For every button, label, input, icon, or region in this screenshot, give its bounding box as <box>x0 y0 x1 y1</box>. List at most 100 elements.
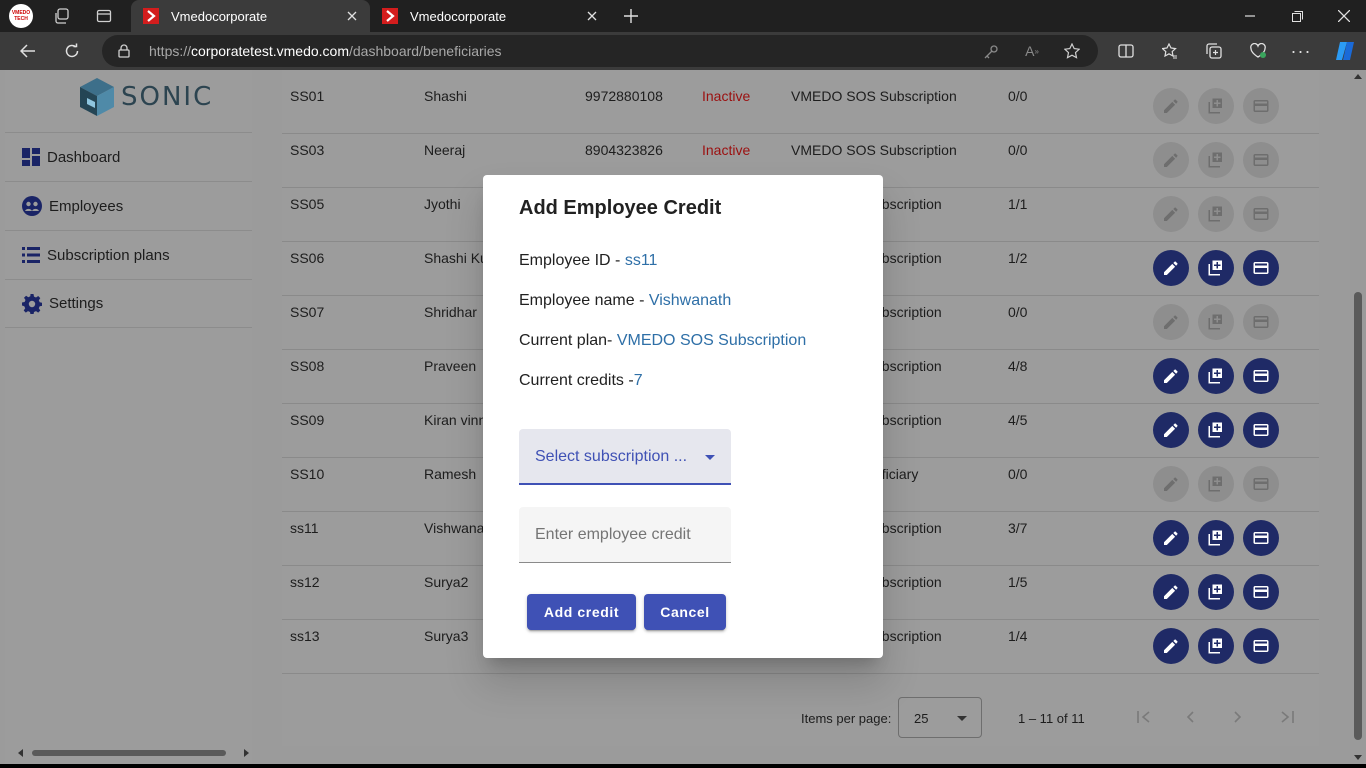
cell-id: SS09 <box>290 412 325 428</box>
add-employee-credit-dialog: Add Employee Credit Employee ID - ss11 E… <box>483 175 883 658</box>
subscription-select[interactable]: Select subscription ... <box>519 429 731 485</box>
horizontal-scrollbar[interactable] <box>10 742 257 764</box>
more-menu-icon[interactable]: ··· <box>1289 39 1313 63</box>
add-credit-row-button[interactable] <box>1198 304 1234 340</box>
sidebar-item-subscription-plans[interactable]: Subscription plans <box>5 230 252 279</box>
address-bar[interactable]: https://corporatetest.vmedo.com/dashboar… <box>102 35 1098 67</box>
first-page-icon[interactable] <box>1132 705 1156 729</box>
favorite-star-icon[interactable] <box>1062 42 1082 60</box>
add-credit-row-button[interactable] <box>1198 142 1234 178</box>
collections-icon[interactable] <box>1202 39 1226 63</box>
employees-icon <box>22 196 42 216</box>
profile-avatar[interactable]: VMEDO TECH <box>9 4 33 28</box>
sidebar-item-employees[interactable]: Employees <box>5 181 252 230</box>
cell-name: Praveen <box>424 358 477 374</box>
tab-title: Vmedocorporate <box>171 8 268 24</box>
edit-button[interactable] <box>1153 304 1189 340</box>
sidebar-item-settings[interactable]: Settings <box>5 279 252 328</box>
edit-button[interactable] <box>1153 520 1189 556</box>
cancel-button[interactable]: Cancel <box>644 594 726 630</box>
close-tab-icon[interactable] <box>580 4 604 28</box>
cell-credits: 1/4 <box>1008 628 1028 644</box>
favorites-icon[interactable] <box>1158 39 1182 63</box>
items-per-page-select[interactable]: 25 <box>898 697 982 738</box>
add-credit-row-button[interactable] <box>1198 574 1234 610</box>
cell-name: Ramesh <box>424 466 477 482</box>
cell-plan: ubscription <box>874 628 942 644</box>
add-credit-row-button[interactable] <box>1198 412 1234 448</box>
subscription-card-button[interactable] <box>1243 466 1279 502</box>
edit-button[interactable] <box>1153 88 1189 124</box>
subscription-card-button[interactable] <box>1243 520 1279 556</box>
edit-button[interactable] <box>1153 142 1189 178</box>
split-screen-icon[interactable] <box>1114 39 1138 63</box>
add-credit-row-button[interactable] <box>1198 628 1234 664</box>
employee-name-value: Vishwanath <box>648 292 732 309</box>
sonic-logo: SONIC <box>77 76 213 118</box>
next-page-icon[interactable] <box>1226 705 1250 729</box>
edit-button[interactable] <box>1153 574 1189 610</box>
previous-page-icon[interactable] <box>1178 705 1202 729</box>
subscription-card-button[interactable] <box>1243 250 1279 286</box>
close-window-icon[interactable] <box>1330 4 1358 28</box>
edit-icon <box>1161 420 1181 440</box>
add-credit-icon <box>1206 312 1226 332</box>
dropdown-arrow-icon <box>705 455 715 460</box>
tab-title: Vmedocorporate <box>410 8 507 24</box>
subscription-card-button[interactable] <box>1243 142 1279 178</box>
restore-icon[interactable] <box>1283 4 1311 28</box>
browser-tab-1[interactable]: Vmedocorporate <box>131 0 370 32</box>
refresh-icon[interactable] <box>60 39 84 63</box>
current-plan-label: Current plan- <box>519 332 617 349</box>
edit-button[interactable] <box>1153 466 1189 502</box>
back-icon[interactable] <box>16 39 40 63</box>
add-credit-row-button[interactable] <box>1198 88 1234 124</box>
edit-icon <box>1161 366 1181 386</box>
add-credit-row-button[interactable] <box>1198 466 1234 502</box>
subscription-card-button[interactable] <box>1243 304 1279 340</box>
edit-button[interactable] <box>1153 412 1189 448</box>
subscription-card-button[interactable] <box>1243 88 1279 124</box>
subscription-card-button[interactable] <box>1243 358 1279 394</box>
edit-button[interactable] <box>1153 196 1189 232</box>
current-credits-label: Current credits - <box>519 372 634 389</box>
vertical-scrollbar[interactable] <box>1350 70 1366 764</box>
dashboard-icon <box>22 148 40 166</box>
add-credit-row-button[interactable] <box>1198 250 1234 286</box>
card-icon <box>1251 582 1271 602</box>
new-tab-icon[interactable] <box>619 4 643 28</box>
subscription-card-button[interactable] <box>1243 574 1279 610</box>
current-credits-value: 7 <box>633 372 643 389</box>
browser-tab-2[interactable]: Vmedocorporate <box>370 0 610 32</box>
edit-button[interactable] <box>1153 250 1189 286</box>
add-credit-row-button[interactable] <box>1198 196 1234 232</box>
subscription-card-button[interactable] <box>1243 412 1279 448</box>
vmedo-favicon-icon <box>382 8 398 24</box>
subscription-card-button[interactable] <box>1243 196 1279 232</box>
tab-actions-icon[interactable] <box>92 4 116 28</box>
lock-icon[interactable] <box>116 43 132 59</box>
copilot-icon[interactable] <box>1332 38 1358 64</box>
close-tab-icon[interactable] <box>340 4 364 28</box>
employee-credit-input[interactable] <box>519 507 731 562</box>
cell-plan: ubscription <box>874 412 942 428</box>
key-icon[interactable] <box>982 43 1000 61</box>
last-page-icon[interactable] <box>1275 705 1299 729</box>
employee-credit-field <box>519 507 731 563</box>
subscription-card-button[interactable] <box>1243 628 1279 664</box>
edit-button[interactable] <box>1153 628 1189 664</box>
add-credit-button[interactable]: Add credit <box>527 594 636 630</box>
card-icon <box>1251 204 1271 224</box>
read-aloud-icon[interactable]: A» <box>1022 42 1042 60</box>
cell-plan: ubscription <box>874 574 942 590</box>
sidebar-item-dashboard[interactable]: Dashboard <box>5 132 252 181</box>
minimize-icon[interactable] <box>1236 4 1264 28</box>
browser-essentials-icon[interactable] <box>1246 39 1270 63</box>
add-credit-icon <box>1206 150 1226 170</box>
edit-button[interactable] <box>1153 358 1189 394</box>
add-credit-row-button[interactable] <box>1198 520 1234 556</box>
workspaces-icon[interactable] <box>50 4 74 28</box>
cell-name: Surya3 <box>424 628 469 644</box>
window-bottom-edge <box>0 764 1366 768</box>
add-credit-row-button[interactable] <box>1198 358 1234 394</box>
